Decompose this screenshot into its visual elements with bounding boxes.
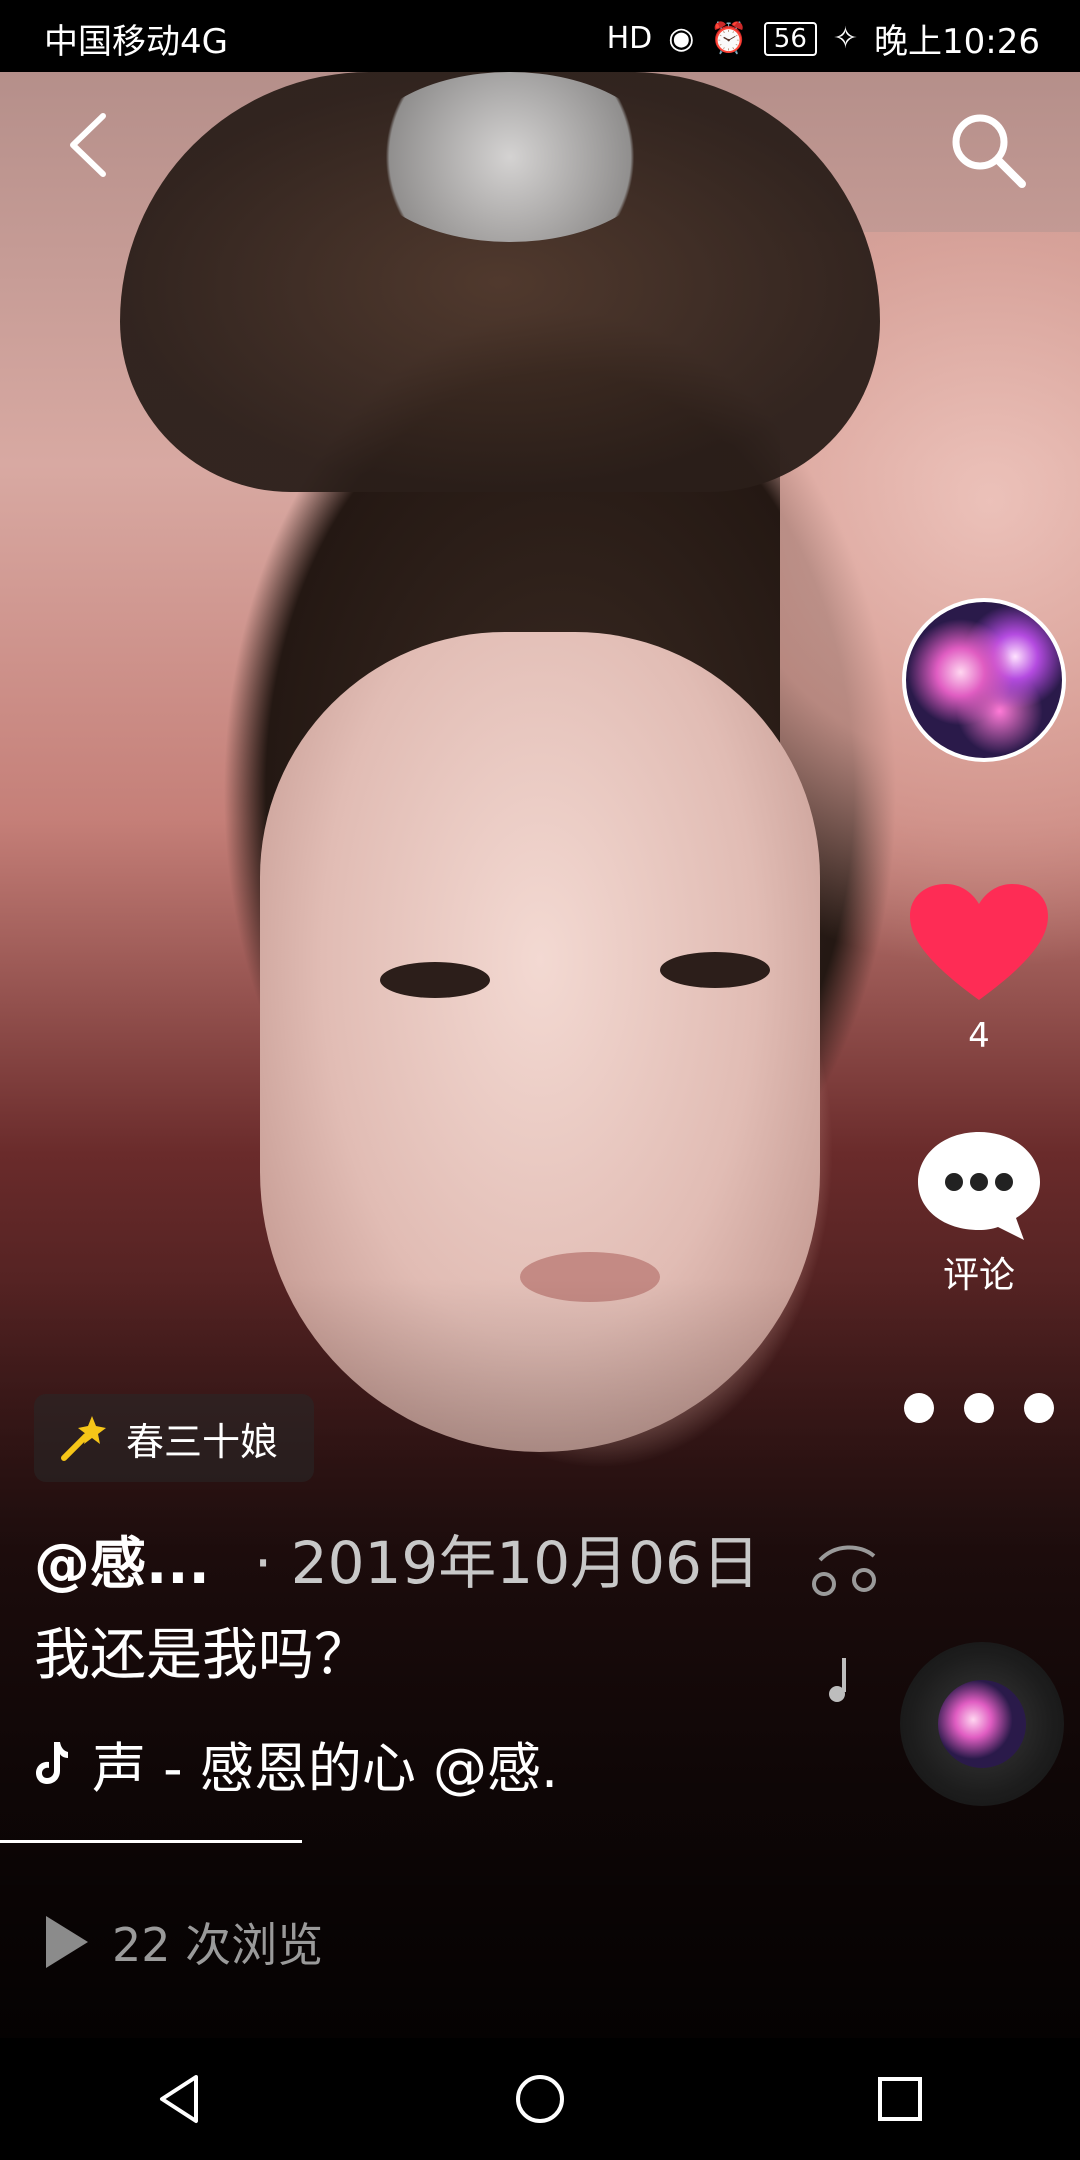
butterfly-hairpin — [360, 72, 660, 242]
comment-bubble-icon — [918, 1132, 1040, 1240]
nav-recents-button[interactable] — [860, 2059, 940, 2139]
music-note-icon — [829, 1658, 846, 1702]
music-disc[interactable] — [900, 1642, 1064, 1806]
back-button[interactable] — [52, 110, 122, 180]
post-date: · 2019年10月06日 — [253, 1529, 760, 1597]
music-line[interactable]: 声 - 感恩的心 @感. — [34, 1728, 654, 1798]
left-eye — [380, 962, 490, 998]
system-navigation-bar — [0, 2038, 1080, 2160]
view-count-text: 22 次浏览 — [112, 1918, 324, 1972]
effect-chip[interactable]: 春三十娘 — [34, 1394, 314, 1482]
search-button[interactable] — [948, 110, 1028, 190]
like-count: 4 — [968, 1016, 990, 1056]
eye-icon: ◉ — [668, 21, 695, 56]
alarm-icon: ⏰ — [710, 21, 748, 56]
search-icon — [952, 114, 1026, 188]
nav-back-button[interactable] — [140, 2059, 220, 2139]
like-button[interactable] — [904, 878, 1054, 1008]
recents-square-icon — [878, 2077, 922, 2121]
author-line: @感... · 2019年10月06日 — [34, 1516, 760, 1597]
play-icon — [46, 1916, 88, 1968]
comment-button[interactable] — [912, 1126, 1046, 1246]
post-caption: 我还是我吗？ — [34, 1623, 370, 1688]
magic-wand-icon — [61, 1416, 106, 1461]
nav-home-button[interactable] — [500, 2059, 580, 2139]
music-title: 声 - 感恩的心 @感. — [92, 1736, 559, 1799]
more-dot — [964, 1393, 994, 1423]
author-name[interactable]: @感... — [34, 1519, 210, 1600]
tiktok-note-icon — [36, 1742, 68, 1784]
chevron-left-icon — [70, 113, 106, 177]
status-icons: HD ◉ ⏰ 56 ✧ 晚上10:26 — [607, 14, 1040, 63]
more-button[interactable] — [904, 1388, 1054, 1428]
effect-label: 春三十娘 — [126, 1419, 279, 1464]
author-avatar[interactable] — [902, 598, 1066, 762]
home-circle-icon — [516, 2075, 564, 2123]
music-note-icon — [812, 1545, 876, 1596]
clock: 晚上10:26 — [874, 22, 1040, 62]
heart-icon — [910, 884, 1048, 1000]
video-progress-bar[interactable] — [0, 1840, 302, 1843]
right-eye — [660, 952, 770, 988]
carrier-label: 中国移动4G — [44, 22, 228, 62]
more-dot — [904, 1393, 934, 1423]
leaf-icon: ✧ — [832, 21, 859, 56]
back-triangle-icon — [160, 2075, 198, 2123]
battery-indicator: 56 — [763, 21, 817, 56]
status-bar: 中国移动4G HD ◉ ⏰ 56 ✧ 晚上10:26 — [0, 0, 1080, 72]
comment-label: 评论 — [942, 1255, 1015, 1296]
more-dot — [1024, 1393, 1054, 1423]
view-count: 22 次浏览 — [46, 1910, 323, 1974]
hd-icon: HD — [606, 21, 653, 56]
music-disc-cover — [938, 1680, 1026, 1768]
